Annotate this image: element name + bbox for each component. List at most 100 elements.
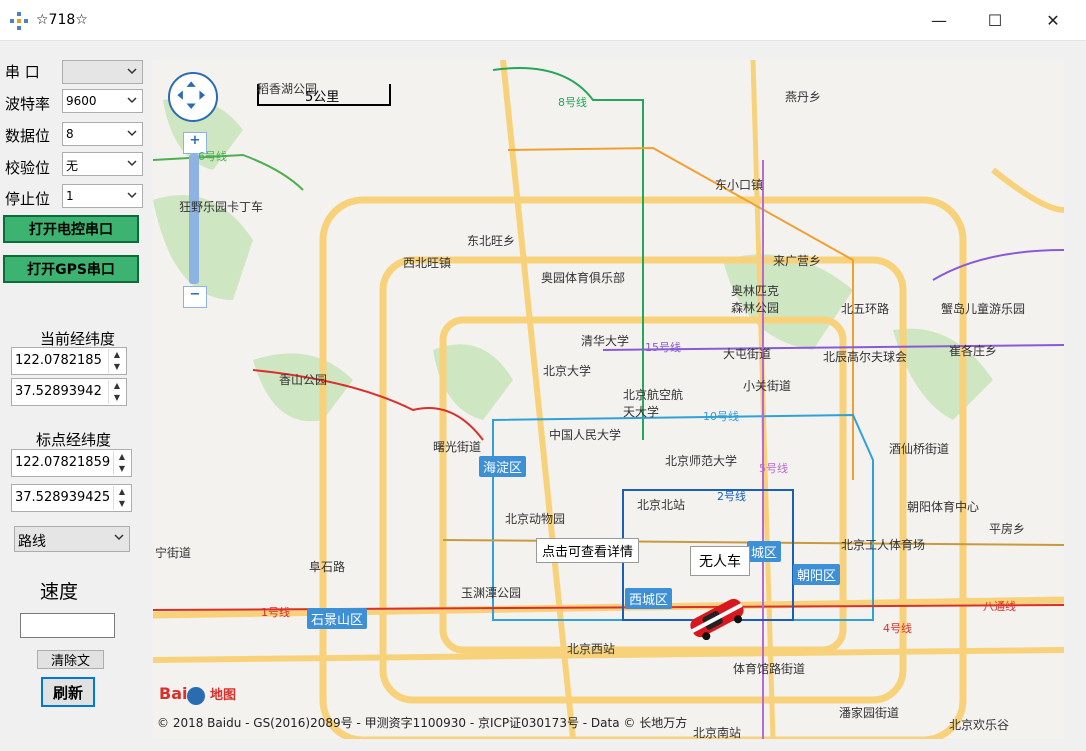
chevron-down-icon	[114, 534, 124, 541]
port-select[interactable]	[62, 60, 143, 84]
pan-control[interactable]	[168, 72, 218, 122]
subway-line-label: 8号线	[558, 96, 587, 109]
minimize-button[interactable]: —	[910, 0, 968, 40]
car-marker-icon[interactable]	[683, 596, 751, 640]
map-label: 奥林匹克森林公园	[731, 284, 780, 315]
spin-up-icon[interactable]: ▲	[109, 380, 125, 392]
map-label: 北京欢乐谷	[949, 718, 1010, 732]
baidu-logo: Bai 地图	[159, 684, 237, 705]
current-lng-value: 122.0782185	[15, 353, 102, 368]
right-gutter	[1064, 60, 1086, 739]
map-label: 崔各庄乡	[949, 344, 998, 358]
open-gps-serial-button[interactable]: 打开GPS串口	[3, 255, 139, 283]
spin-down-icon[interactable]: ▼	[109, 361, 125, 373]
map-label: 酒仙桥街道	[889, 442, 950, 456]
stop-bits-label: 停止位	[5, 190, 51, 208]
spin-up-icon[interactable]: ▲	[109, 349, 125, 361]
district-label: 朝阳区	[793, 564, 841, 585]
map-label: 曙光街道	[433, 440, 482, 454]
chevron-down-icon	[127, 192, 137, 199]
target-coords-label: 标点经纬度	[36, 431, 112, 449]
map-label: 北京西站	[567, 642, 616, 656]
baidu-map[interactable]: + − 5公里 稻香湖公园 燕丹乡 东小口镇 东北旺乡 来广营乡 西北旺镇 奥园…	[153, 60, 1064, 739]
map-label: 北京南站	[693, 726, 742, 739]
chevron-down-icon	[127, 160, 137, 167]
subway-line-label: 2号线	[717, 490, 746, 503]
map-label: 潘家园街道	[839, 706, 900, 720]
spin-arrows[interactable]: ▲ ▼	[113, 451, 130, 475]
target-lng-value: 122.07821859	[15, 455, 111, 470]
open-control-serial-button[interactable]: 打开电控串口	[3, 215, 139, 243]
district-label: 城区	[747, 541, 782, 562]
map-label: 大屯街道	[723, 347, 772, 361]
title-bar: ☆718☆ — ☐ ✕	[0, 0, 1086, 41]
spin-arrows[interactable]: ▲ ▼	[113, 486, 130, 510]
chevron-down-icon	[127, 130, 137, 137]
map-label: 北京动物园	[505, 512, 566, 526]
map-label: 蟹岛儿童游乐园	[941, 302, 1026, 316]
spin-arrows[interactable]: ▲ ▼	[108, 380, 125, 404]
map-label: 阜石路	[309, 560, 346, 574]
current-lng-input[interactable]: 122.0782185 ▲ ▼	[11, 347, 127, 375]
map-label: 燕丹乡	[785, 90, 822, 104]
map-label: 西北旺镇	[403, 256, 452, 270]
zoom-slider[interactable]	[189, 154, 199, 284]
map-label: 来广营乡	[773, 254, 822, 268]
subway-line-label: 5号线	[759, 462, 788, 475]
subway-line-label: 10号线	[703, 410, 739, 423]
window-title: ☆718☆	[36, 12, 88, 28]
map-label: 狂野乐园卡丁车	[179, 200, 264, 214]
parity-select[interactable]: 无	[62, 152, 143, 176]
map-label: 奥园体育俱乐部	[541, 271, 626, 285]
map-label: 平房乡	[989, 522, 1026, 536]
map-label: 小关街道	[743, 379, 792, 393]
map-label: 宁街道	[155, 546, 192, 560]
subway-line-label: 4号线	[883, 622, 912, 635]
speed-input[interactable]	[20, 613, 115, 638]
map-label: 北京北站	[637, 498, 686, 512]
chevron-down-icon	[127, 97, 137, 104]
map-label: 东北旺乡	[467, 234, 516, 248]
map-label: 玉渊潭公园	[461, 586, 522, 600]
map-label: 清华大学	[581, 334, 630, 348]
target-lat-input[interactable]: 37.528939425 ▲ ▼	[11, 484, 132, 512]
map-copyright: © 2018 Baidu - GS(2016)2089号 - 甲测资字11009…	[157, 716, 688, 730]
zoom-out-button[interactable]: −	[183, 286, 207, 308]
spin-down-icon[interactable]: ▼	[109, 392, 125, 404]
map-roads	[153, 60, 1064, 739]
data-bits-label: 数据位	[5, 127, 51, 145]
current-lat-input[interactable]: 37.52893942 ▲ ▼	[11, 378, 127, 406]
map-label: 北京航空航天大学	[623, 388, 684, 419]
map-label: 北辰高尔夫球会	[823, 350, 908, 364]
parity-value: 无	[66, 159, 79, 173]
map-label: 北京工人体育场	[841, 538, 926, 552]
maximize-button[interactable]: ☐	[966, 0, 1024, 40]
district-label: 海淀区	[479, 456, 527, 477]
district-label: 西城区	[625, 588, 673, 609]
data-bits-select[interactable]: 8	[62, 122, 143, 146]
spin-down-icon[interactable]: ▼	[114, 463, 130, 475]
spin-up-icon[interactable]: ▲	[114, 451, 130, 463]
mode-select[interactable]: 路线	[14, 526, 130, 552]
mode-value: 路线	[18, 534, 46, 550]
baud-value: 9600	[66, 94, 97, 108]
current-lat-value: 37.52893942	[15, 384, 102, 399]
spin-down-icon[interactable]: ▼	[114, 498, 130, 510]
subway-line-label: 1号线	[261, 606, 290, 619]
vehicle-label[interactable]: 无人车	[690, 546, 750, 576]
detail-tooltip[interactable]: 点击可查看详情	[536, 538, 640, 563]
refresh-button[interactable]: 刷新	[41, 677, 95, 707]
current-coords-label: 当前经纬度	[40, 330, 116, 348]
target-lng-input[interactable]: 122.07821859 ▲ ▼	[11, 449, 132, 477]
stop-bits-select[interactable]: 1	[62, 184, 143, 208]
chevron-down-icon	[127, 68, 137, 75]
spin-up-icon[interactable]: ▲	[114, 486, 130, 498]
map-label: 体育馆路街道	[733, 662, 806, 676]
clear-button[interactable]: 清除文	[37, 650, 104, 669]
subway-line-label: 6号线	[198, 150, 227, 163]
map-label: 香山公园	[279, 373, 328, 387]
map-label: 北京大学	[543, 364, 592, 378]
baud-select[interactable]: 9600	[62, 89, 143, 113]
spin-arrows[interactable]: ▲ ▼	[108, 349, 125, 373]
close-button[interactable]: ✕	[1024, 0, 1082, 40]
